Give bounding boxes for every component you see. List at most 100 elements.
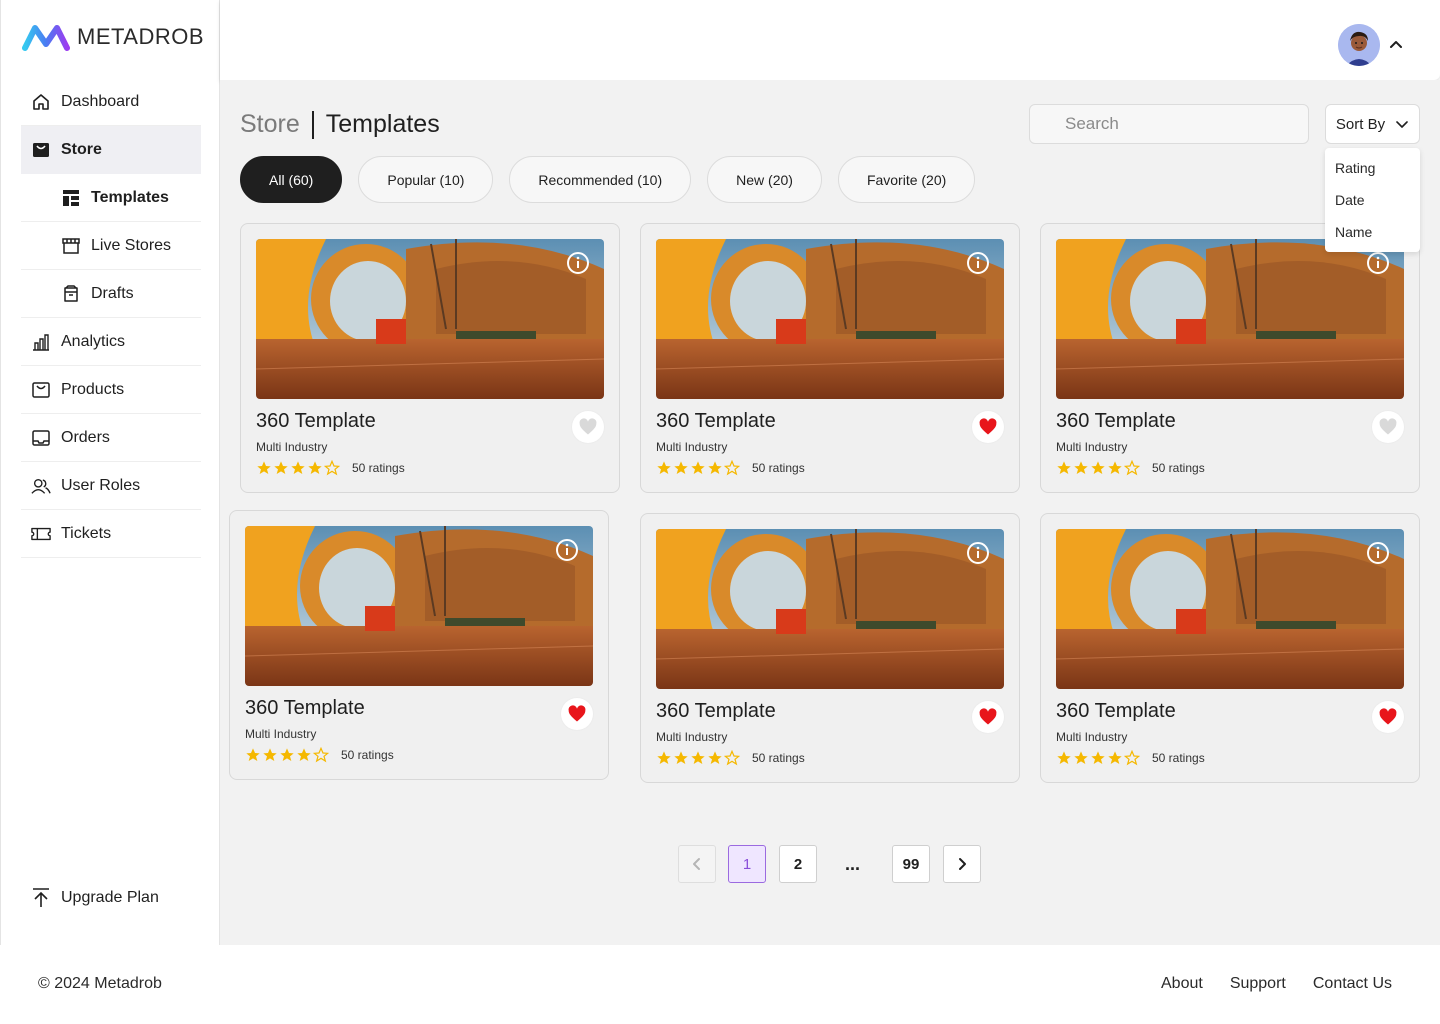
users-icon (31, 476, 51, 496)
chevron-down-icon (1396, 121, 1408, 128)
tab-favorite[interactable]: Favorite (20) (837, 156, 976, 203)
template-rating: 50 ratings (656, 749, 805, 766)
sidebar-item-tickets[interactable]: Tickets (21, 510, 201, 558)
template-card[interactable]: 360 Template Multi Industry 50 ratings (1040, 223, 1420, 493)
user-avatar[interactable] (1338, 24, 1380, 66)
star-filled-icon (690, 750, 706, 766)
page-button-99[interactable]: 99 (892, 845, 930, 883)
sidebar-item-drafts[interactable]: Drafts (21, 270, 201, 318)
favorite-button[interactable] (572, 411, 604, 443)
template-title: 360 Template (656, 700, 776, 722)
star-filled-icon (245, 747, 261, 763)
template-title: 360 Template (256, 410, 376, 432)
heart-icon (1379, 708, 1397, 725)
favorite-button[interactable] (561, 698, 593, 730)
sidebar-item-products[interactable]: Products (21, 366, 201, 414)
sidebar-item-store[interactable]: Store (21, 126, 201, 174)
info-icon[interactable] (566, 251, 590, 275)
star-empty-icon (723, 749, 741, 766)
footer: © 2024 Metadrob About Support Contact Us (0, 945, 1440, 1024)
template-card[interactable]: 360 Template Multi Industry 50 ratings (640, 513, 1020, 783)
template-card[interactable]: 360 Template Multi Industry 50 ratings (240, 223, 620, 493)
ratings-count: 50 ratings (352, 461, 405, 475)
template-rating: 50 ratings (1056, 749, 1205, 766)
template-category: Multi Industry (1056, 440, 1128, 454)
star-empty-icon (312, 746, 330, 763)
products-icon (31, 380, 51, 400)
star-filled-icon (256, 460, 272, 476)
template-title: 360 Template (656, 410, 776, 432)
template-rating: 50 ratings (656, 459, 805, 476)
breadcrumb-parent[interactable]: Store (240, 110, 300, 139)
info-icon[interactable] (966, 251, 990, 275)
favorite-button[interactable] (972, 701, 1004, 733)
star-filled-icon (673, 460, 689, 476)
sort-by-label: Sort By (1335, 115, 1386, 133)
template-card[interactable]: 360 Template Multi Industry 50 ratings (640, 223, 1020, 493)
page-button-2[interactable]: 2 (779, 845, 817, 883)
sidebar: METADROB Dashboard Store Templates Live … (0, 0, 220, 945)
favorite-button[interactable] (1372, 411, 1404, 443)
star-rating (1056, 459, 1141, 476)
orders-icon (31, 428, 51, 448)
sidebar-item-live-stores[interactable]: Live Stores (21, 222, 201, 270)
info-icon[interactable] (555, 538, 579, 562)
sidebar-item-orders[interactable]: Orders (21, 414, 201, 462)
star-filled-icon (1073, 460, 1089, 476)
sidebar-item-label: Dashboard (61, 92, 140, 110)
template-category: Multi Industry (1056, 730, 1128, 744)
sidebar-item-user-roles[interactable]: User Roles (21, 462, 201, 510)
star-rating (656, 749, 741, 766)
star-filled-icon (707, 460, 723, 476)
ratings-count: 50 ratings (341, 748, 394, 762)
info-icon[interactable] (966, 541, 990, 565)
tab-popular[interactable]: Popular (10) (358, 156, 494, 203)
sort-option-name[interactable]: Name (1325, 216, 1420, 248)
star-filled-icon (1107, 750, 1123, 766)
footer-link-support[interactable]: Support (1230, 975, 1286, 993)
prev-page-button[interactable] (678, 845, 716, 883)
star-filled-icon (279, 747, 295, 763)
info-icon[interactable] (1366, 541, 1390, 565)
star-rating (656, 459, 741, 476)
template-thumbnail (1056, 239, 1404, 399)
sidebar-item-label: Store (61, 141, 102, 158)
sort-by-dropdown[interactable]: Sort By (1325, 104, 1420, 144)
page-title: Templates (325, 110, 440, 138)
sidebar-item-label: Products (61, 380, 125, 398)
tab-all[interactable]: All (60) (240, 156, 343, 203)
heart-icon (979, 418, 997, 435)
footer-link-contact[interactable]: Contact Us (1313, 975, 1392, 993)
template-title: 360 Template (245, 697, 365, 719)
tab-new[interactable]: New (20) (707, 156, 822, 203)
sidebar-item-label: Tickets (61, 524, 112, 542)
storefront-icon (61, 236, 81, 256)
sidebar-item-dashboard[interactable]: Dashboard (21, 78, 201, 126)
chevron-up-icon[interactable] (1388, 36, 1404, 52)
footer-link-about[interactable]: About (1161, 975, 1203, 993)
sort-option-rating[interactable]: Rating (1325, 152, 1420, 184)
star-filled-icon (1107, 460, 1123, 476)
brand-logo[interactable]: METADROB (21, 22, 204, 52)
sort-option-date[interactable]: Date (1325, 184, 1420, 216)
favorite-button[interactable] (1372, 701, 1404, 733)
next-page-button[interactable] (943, 845, 981, 883)
favorite-button[interactable] (972, 411, 1004, 443)
sidebar-item-analytics[interactable]: Analytics (21, 318, 201, 366)
page-button-1[interactable]: 1 (728, 845, 766, 883)
metadrob-logo-icon (22, 25, 70, 51)
template-thumbnail (256, 239, 604, 399)
drafts-icon (61, 284, 81, 304)
search-input[interactable] (1029, 104, 1309, 144)
upgrade-plan-button[interactable]: Upgrade Plan (31, 888, 159, 908)
template-category: Multi Industry (245, 727, 317, 741)
tab-recommended[interactable]: Recommended (10) (509, 156, 692, 203)
info-icon[interactable] (1366, 251, 1390, 275)
breadcrumb: Store Templates (240, 110, 440, 139)
template-card[interactable]: 360 Template Multi Industry 50 ratings (1040, 513, 1420, 783)
star-filled-icon (673, 750, 689, 766)
sidebar-item-templates[interactable]: Templates (21, 174, 201, 222)
star-filled-icon (690, 460, 706, 476)
star-filled-icon (1056, 460, 1072, 476)
template-card[interactable]: 360 Template Multi Industry 50 ratings (229, 510, 609, 780)
